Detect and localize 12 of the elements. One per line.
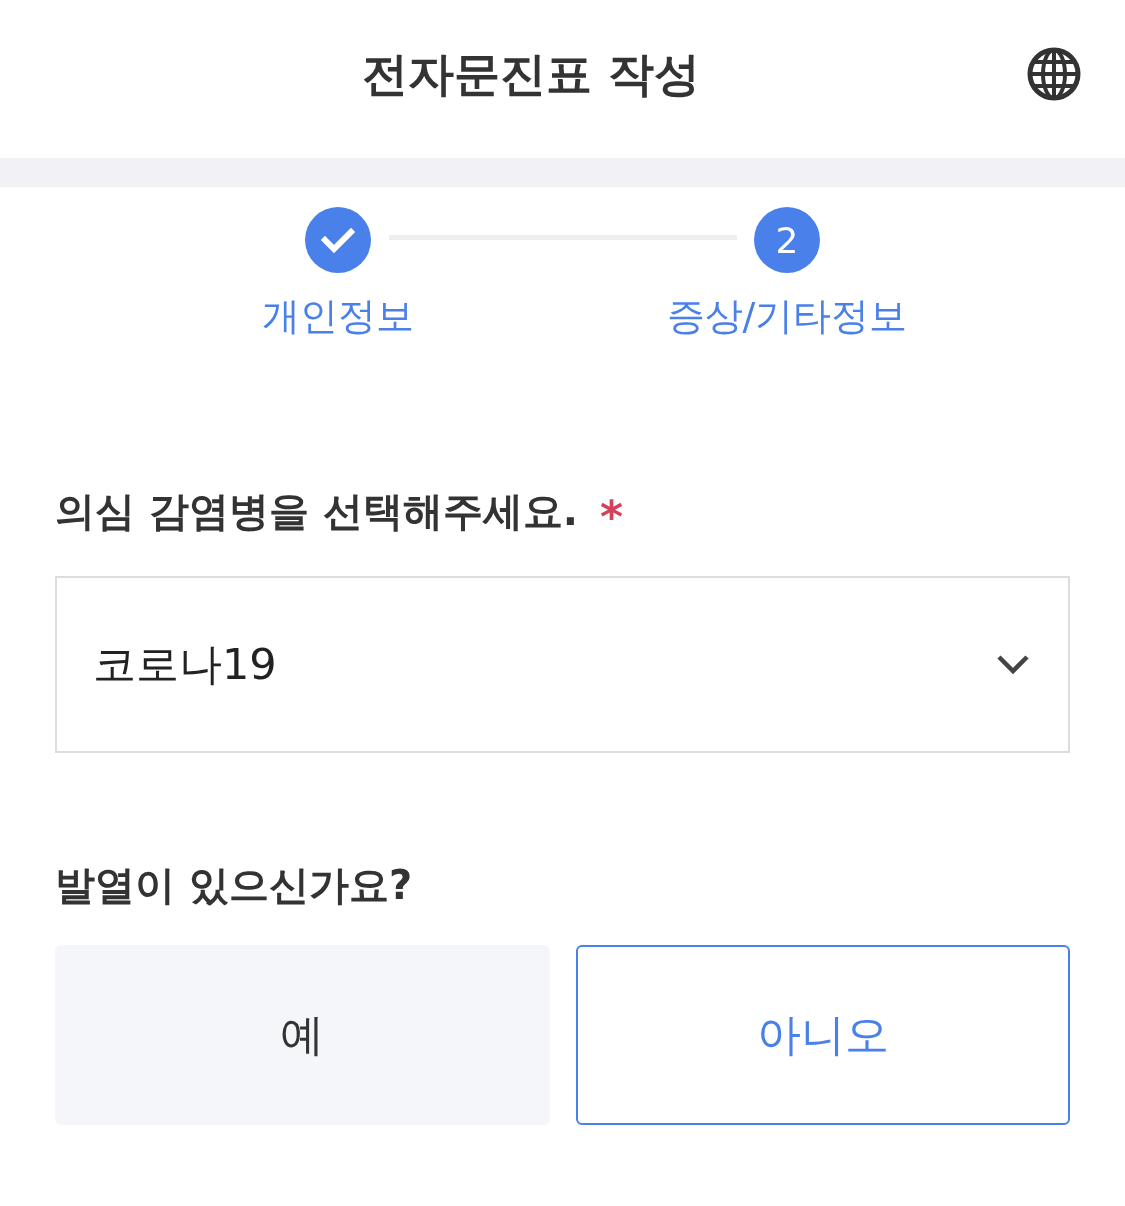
step-number: 2 [754, 207, 820, 273]
step-label: 증상/기타정보 [666, 293, 908, 340]
chevron-down-icon [996, 654, 1030, 675]
question-label: 발열이 있으신가요? [55, 861, 413, 909]
language-globe-icon[interactable] [1027, 47, 1081, 101]
question-label: 의심 감염병을 선택해주세요. [55, 487, 579, 535]
answer-button[interactable]: 아니오 [575, 945, 1070, 1125]
page-title: 전자문진표 작성 [362, 46, 701, 103]
step-label: 개인정보 [262, 293, 414, 340]
required-mark: * [600, 493, 624, 541]
disease-select-field[interactable]: 코로나19 [55, 576, 1070, 753]
answer-button[interactable]: 예 [55, 945, 550, 1125]
